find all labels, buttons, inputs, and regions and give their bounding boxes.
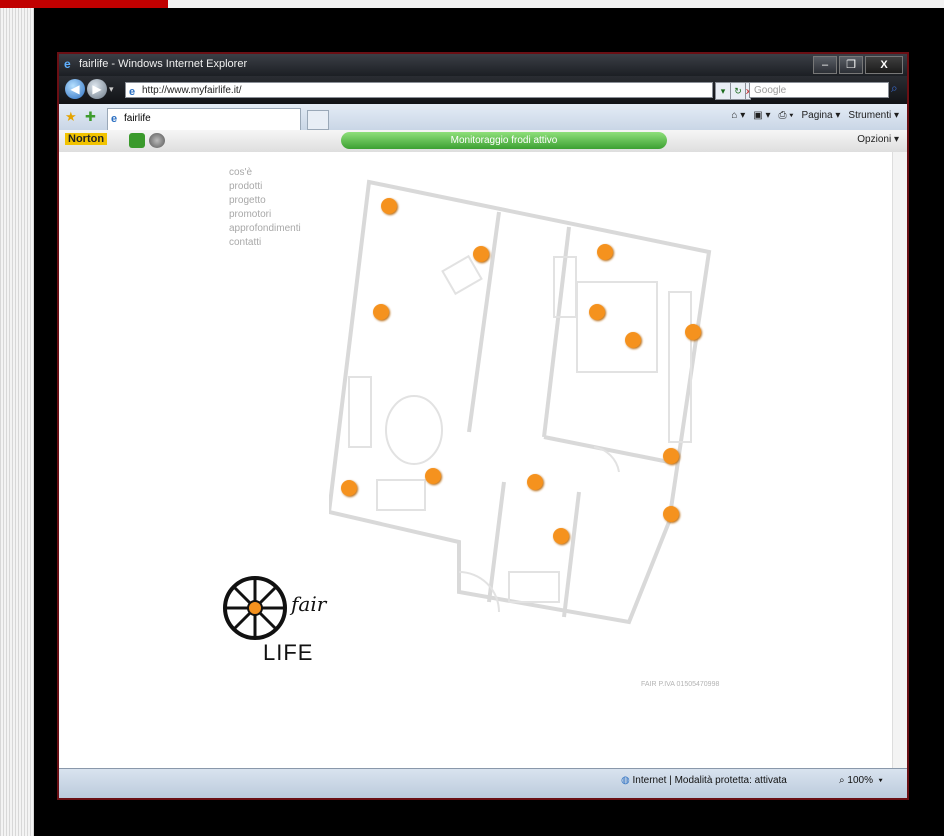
tab-fairlife[interactable]: e fairlife — [107, 108, 301, 130]
search-icon[interactable]: ⌕ — [891, 81, 898, 96]
print-icon[interactable]: ⎙ ▾ — [778, 110, 793, 121]
favorites-star-icon[interactable]: ★ — [65, 109, 77, 125]
hotspot-1[interactable] — [381, 198, 397, 214]
hotspot-5[interactable] — [589, 304, 605, 320]
hotspot-13[interactable] — [553, 528, 569, 544]
norton-globe-icon[interactable] — [149, 133, 165, 148]
bathtub — [508, 571, 560, 603]
wall-4 — [487, 481, 506, 603]
menu-item-cose[interactable]: cos'è — [229, 166, 301, 180]
menu-item-progetto[interactable]: progetto — [229, 194, 301, 208]
table — [385, 395, 443, 465]
history-dropdown-icon[interactable]: ▾ — [109, 84, 114, 95]
menu-item-prodotti[interactable]: prodotti — [229, 180, 301, 194]
status-bar: ◍ Internet | Modalità protetta: attivata… — [59, 768, 907, 798]
browser-window: e fairlife - Windows Internet Explorer –… — [57, 52, 909, 800]
zoom-dropdown-icon: ▾ — [875, 775, 883, 786]
menu-item-approfondimenti[interactable]: approfondimenti — [229, 222, 301, 236]
page-content: cos'è prodotti progetto promotori approf… — [59, 152, 895, 768]
tools-menu[interactable]: Strumenti ▾ — [848, 110, 899, 121]
wall-2 — [542, 226, 571, 438]
fraud-monitor-label: Monitoraggio frodi attivo — [450, 135, 558, 146]
wall-3 — [543, 435, 670, 464]
wall-5 — [562, 491, 581, 618]
desk — [441, 254, 483, 296]
zoom-control[interactable]: ⌕ 100% ▾ — [839, 775, 883, 786]
feeds-icon[interactable]: ▣ ▾ — [753, 110, 770, 121]
hotspot-6[interactable] — [625, 332, 641, 348]
window-title: fairlife - Windows Internet Explorer — [79, 58, 248, 70]
norton-safe-icon[interactable] — [129, 133, 145, 148]
page-menu[interactable]: Pagina ▾ — [801, 110, 840, 121]
hotspot-4[interactable] — [373, 304, 389, 320]
command-bar: ⌂ ▾ ▣ ▾ ⎙ ▾ Pagina ▾ Strumenti ▾ — [731, 110, 899, 121]
norton-toolbar: Norton Monitoraggio frodi attivo Opzioni… — [59, 130, 907, 153]
search-input[interactable]: Google — [749, 82, 889, 98]
footer-vat-text: FAIR P.IVA 01505470998 — [641, 681, 720, 688]
hotspot-11[interactable] — [527, 474, 543, 490]
url-text: http://www.myfairlife.it/ — [142, 85, 242, 96]
security-zone-status[interactable]: ◍ Internet | Modalità protetta: attivata — [621, 775, 787, 786]
maximize-button[interactable]: ❐ — [839, 56, 863, 74]
norton-options-button[interactable]: Opzioni ▾ — [857, 134, 899, 145]
window-controls: – ❐ X — [813, 56, 903, 74]
menu-item-contatti[interactable]: contatti — [229, 236, 301, 250]
refresh-icon[interactable]: ↻ — [730, 82, 746, 100]
hotspot-3[interactable] — [597, 244, 613, 260]
tab-bar: ★ ✚ e fairlife ⌂ ▾ ▣ ▾ ⎙ ▾ Pagina ▾ Stru… — [59, 104, 907, 131]
logo-life-text: LIFE — [263, 640, 314, 665]
wall-1 — [467, 211, 501, 433]
sofa — [348, 376, 372, 448]
ie-logo-icon: e — [64, 57, 71, 71]
forward-button[interactable]: ▶ — [87, 79, 107, 99]
norton-logo: Norton — [65, 133, 108, 145]
close-button[interactable]: X — [865, 56, 903, 74]
home-icon[interactable]: ⌂ ▾ — [731, 110, 745, 121]
hotspot-9[interactable] — [425, 468, 441, 484]
menu-item-promotori[interactable]: promotori — [229, 208, 301, 222]
hotspot-10[interactable] — [341, 480, 357, 496]
back-button[interactable]: ◀ — [65, 79, 85, 99]
security-zone-text: Internet | Modalità protetta: attivata — [632, 775, 787, 786]
url-input[interactable]: e http://www.myfairlife.it/ — [125, 82, 713, 98]
url-dropdown-button[interactable]: ▾ — [715, 82, 731, 100]
zoom-magnifier-icon: ⌕ — [839, 775, 845, 786]
zoom-level: 100% — [847, 775, 873, 786]
apartment-floor-plan — [329, 179, 712, 625]
hotspot-8[interactable] — [663, 448, 679, 464]
tab-ie-icon: e — [111, 113, 118, 125]
outer-wall — [329, 179, 712, 625]
add-favorites-icon[interactable]: ✚ — [85, 109, 96, 125]
page-icon: e — [129, 86, 136, 98]
hotspot-7[interactable] — [685, 324, 701, 340]
globe-icon: ◍ — [621, 775, 630, 786]
bed — [576, 281, 658, 373]
hotspot-2[interactable] — [473, 246, 489, 262]
fraud-monitor-status[interactable]: Monitoraggio frodi attivo — [341, 132, 667, 149]
minimize-button[interactable]: – — [813, 56, 837, 74]
address-bar: ◀ ▶ ▾ e http://www.myfairlife.it/ ▾ ↻ x … — [59, 76, 907, 104]
red-accent-bar — [0, 0, 168, 8]
hotspot-12[interactable] — [663, 506, 679, 522]
tab-label: fairlife — [124, 113, 151, 124]
new-tab-button[interactable] — [307, 110, 329, 130]
logo-fair-text: fair — [291, 592, 327, 616]
title-bar: e fairlife - Windows Internet Explorer –… — [59, 54, 907, 76]
armchair — [376, 479, 426, 511]
site-menu: cos'è prodotti progetto promotori approf… — [229, 166, 301, 250]
wardrobe — [668, 291, 692, 443]
fairlife-logo: fair LIFE — [219, 572, 339, 672]
background-stripes — [0, 0, 34, 836]
scrollbar[interactable] — [892, 152, 907, 768]
